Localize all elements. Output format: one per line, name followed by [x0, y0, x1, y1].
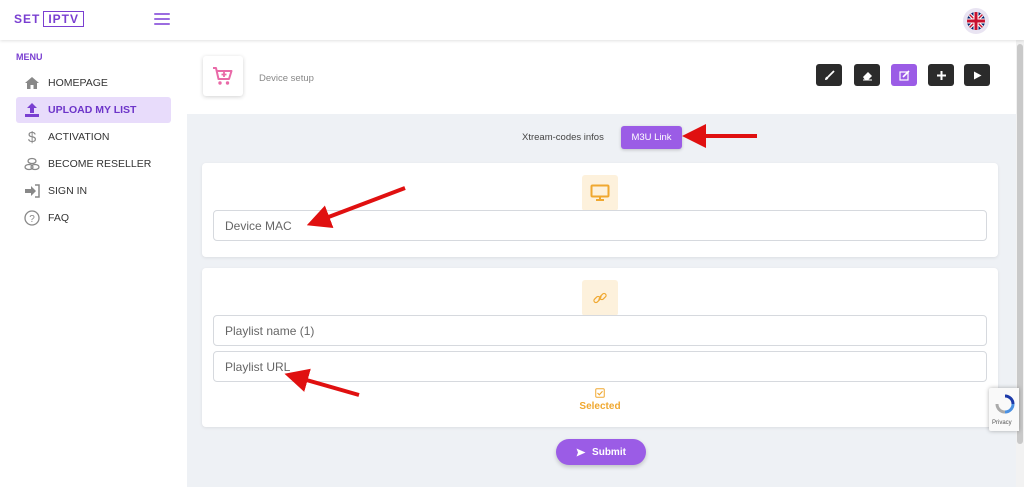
logo[interactable]: SET IPTV: [14, 11, 85, 27]
playlist-url-input[interactable]: Playlist URL: [213, 351, 987, 382]
tab-xtream-codes[interactable]: Xtream-codes infos: [522, 132, 604, 143]
home-icon: [22, 75, 42, 91]
sign-in-icon: [22, 183, 42, 199]
coins-icon: [22, 156, 42, 172]
scrollbar-thumb[interactable]: [1017, 44, 1023, 444]
menu-title: MENU: [16, 52, 43, 62]
hamburger-icon[interactable]: [154, 13, 170, 25]
eraser-icon: [862, 71, 872, 80]
sidebar-item-label: BECOME RESELLER: [48, 158, 152, 170]
sidebar-item-label: FAQ: [48, 212, 70, 224]
plus-icon: [936, 70, 946, 80]
uk-flag-icon[interactable]: [963, 8, 989, 34]
monitor-icon: [582, 175, 618, 211]
check-square-icon: [202, 388, 998, 401]
sidebar-item-homepage[interactable]: HOMEPAGE: [16, 70, 171, 96]
submit-button[interactable]: Submit: [556, 439, 646, 465]
sidebar-item-become-reseller[interactable]: BECOME RESELLER: [16, 151, 171, 177]
upload-icon: [22, 102, 42, 118]
sidebar-item-label: ACTIVATION: [48, 131, 110, 143]
sidebar-item-faq[interactable]: ? FAQ: [16, 205, 171, 231]
sidebar-item-label: UPLOAD MY LIST: [48, 104, 137, 116]
sidebar-item-activation[interactable]: $ ACTIVATION: [16, 124, 171, 150]
sidebar-item-sign-in[interactable]: SIGN IN: [16, 178, 171, 204]
svg-text:?: ?: [29, 214, 35, 225]
page-title: Device setup: [259, 73, 314, 84]
recaptcha-privacy-text: Privacy: [992, 420, 1012, 426]
recaptcha-badge[interactable]: Privacy: [989, 388, 1019, 431]
device-mac-input[interactable]: Device MAC: [213, 210, 987, 241]
brush-icon: [824, 69, 835, 80]
playlist-card: Playlist name (1) Playlist URL Selected: [202, 268, 998, 427]
sidebar-item-label: SIGN IN: [48, 185, 88, 197]
page-header: Device setup: [187, 40, 1016, 114]
send-icon: [576, 448, 586, 456]
edit-icon: [898, 69, 910, 81]
play-button[interactable]: [964, 64, 990, 86]
cart-plus-icon: [203, 56, 243, 96]
sidebar-item-upload-my-list[interactable]: UPLOAD MY LIST: [16, 97, 171, 123]
device-card: Device MAC: [202, 163, 998, 257]
logo-set-text: SET: [14, 12, 41, 26]
playlist-name-input[interactable]: Playlist name (1): [213, 315, 987, 346]
recaptcha-icon: [995, 394, 1015, 414]
question-icon: ?: [22, 210, 42, 226]
dollar-icon: $: [27, 128, 37, 146]
top-bar: SET IPTV: [0, 0, 1024, 40]
brush-button[interactable]: [816, 64, 842, 86]
submit-label: Submit: [592, 446, 626, 458]
sidebar-item-label: HOMEPAGE: [48, 77, 108, 89]
selected-label: Selected: [579, 401, 621, 412]
edit-button[interactable]: [891, 64, 917, 86]
sidebar: MENU HOMEPAGE UPLOAD MY LIST $ ACTIVATIO…: [0, 40, 187, 487]
eraser-button[interactable]: [854, 64, 880, 86]
logo-iptv-text: IPTV: [43, 11, 85, 27]
link-icon: [582, 280, 618, 316]
main-content: Device setup Xtream-codes infos M3U Link…: [187, 40, 1016, 487]
selected-indicator[interactable]: Selected: [202, 388, 998, 412]
play-icon: [973, 71, 981, 79]
add-button[interactable]: [928, 64, 954, 86]
tab-m3u-link[interactable]: M3U Link: [621, 126, 682, 149]
tab-bar: Xtream-codes infos M3U Link: [187, 126, 1016, 152]
